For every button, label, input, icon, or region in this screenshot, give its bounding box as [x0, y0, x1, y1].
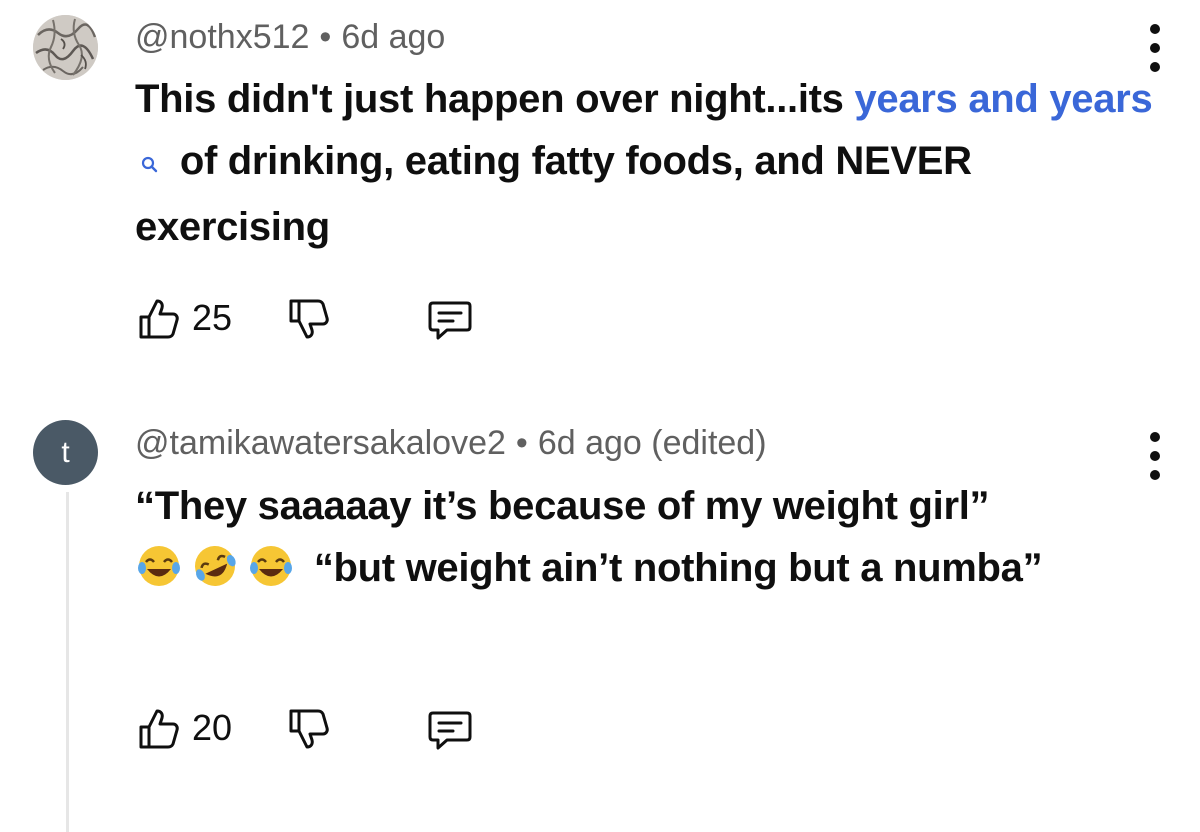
thumbs-down-icon [289, 299, 329, 339]
like-count: 20 [192, 707, 233, 748]
search-icon[interactable] [141, 134, 159, 196]
like-count: 25 [192, 297, 233, 338]
more-options-button[interactable] [1140, 22, 1170, 74]
rolling-laughing-emoji-icon [191, 542, 239, 590]
user-avatar[interactable] [33, 15, 98, 80]
comment-text: This didn't just happen over night...its… [135, 68, 1165, 258]
laughing-tears-emoji-icon [247, 542, 295, 590]
comment-meta: @nothx512 • 6d ago [135, 18, 445, 57]
comment-text-part2: “but weight ain’t nothing but a numba” [303, 546, 1043, 590]
reply-button[interactable] [425, 295, 475, 348]
dislike-button[interactable] [285, 295, 333, 348]
dislike-button[interactable] [285, 705, 333, 758]
thread-line [66, 492, 69, 832]
separator-dot: • [319, 18, 332, 56]
comment-text-part1: This didn't just happen over night...its [135, 77, 855, 121]
comment-meta: @tamikawatersakalove2 • 6d ago (edited) [135, 424, 767, 463]
like-button[interactable] [135, 295, 183, 348]
timestamp: 6d ago [341, 18, 446, 56]
comment-bubble-icon [428, 711, 472, 750]
comment-text-part1: “They saaaaay it’s because of my weight … [135, 484, 990, 528]
reply-button[interactable] [425, 705, 475, 758]
comment-actions: 25 [135, 295, 495, 345]
comment-text: “They saaaaay it’s because of my weight … [135, 475, 1165, 599]
search-link[interactable]: years and years [854, 77, 1152, 121]
comment-actions: 20 [135, 705, 495, 755]
marble-texture-avatar-icon [33, 15, 98, 80]
separator-dot: • [515, 424, 528, 462]
thumbs-up-icon [139, 299, 179, 339]
user-avatar[interactable]: t [33, 420, 98, 485]
username[interactable]: @tamikawatersakalove2 [135, 424, 506, 462]
comment-text-part2: of drinking, eating fatty foods, and NEV… [135, 139, 972, 249]
comment-bubble-icon [428, 301, 472, 340]
timestamp: 6d ago (edited) [537, 424, 767, 462]
like-button[interactable] [135, 705, 183, 758]
username[interactable]: @nothx512 [135, 18, 309, 56]
laughing-tears-emoji-icon [135, 542, 183, 590]
thumbs-up-icon [139, 709, 179, 749]
thumbs-down-icon [289, 709, 329, 749]
